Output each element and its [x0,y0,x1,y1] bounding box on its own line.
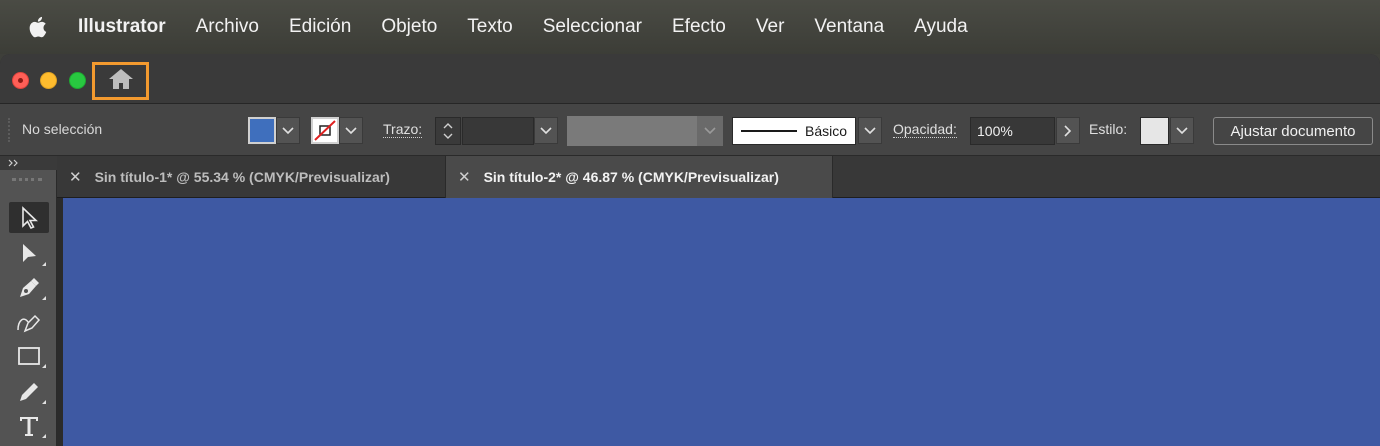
close-window-button[interactable] [12,72,29,89]
menu-objeto[interactable]: Objeto [381,16,437,38]
control-bar: No selección Trazo: Básico Opacidad: 100… [0,104,1380,156]
style-dropdown-button[interactable] [1170,117,1194,144]
style-label: Estilo: [1089,121,1128,137]
selection-tool[interactable] [9,202,49,233]
direct-selection-arrow-icon [23,243,36,262]
document-tab-2[interactable]: ✕ Sin título-2* @ 46.87 % (CMYK/Previsua… [446,156,833,198]
menu-ayuda[interactable]: Ayuda [914,16,968,38]
opacity-flyout-button[interactable] [1056,117,1080,144]
document-tab-label: Sin título-1* @ 55.34 % (CMYK/Previsuali… [94,169,390,185]
close-tab-icon[interactable]: ✕ [458,168,471,186]
tools-panel [0,156,57,446]
chevron-up-icon [443,123,453,129]
chevron-down-icon [443,133,453,139]
tool-flyout-indicator [42,434,46,438]
chevron-down-icon [345,126,357,134]
opacity-input[interactable]: 100% [970,117,1055,145]
tool-flyout-indicator [42,364,46,368]
title-bar [0,54,1380,104]
tool-flyout-indicator [42,262,46,266]
document-tab-label: Sin título-2* @ 46.87 % (CMYK/Previsuali… [483,169,779,185]
menu-ventana[interactable]: Ventana [814,16,884,38]
stroke-weight-input[interactable] [462,117,534,145]
tool-flyout-indicator [42,296,46,300]
stroke-color-swatch[interactable] [311,117,339,144]
canvas-area[interactable] [57,198,1380,446]
chevron-down-icon [1176,126,1188,134]
document-setup-button[interactable]: Ajustar documento [1213,117,1373,145]
pen-nib-icon [20,277,39,297]
chevron-right-icon [1064,124,1072,137]
pen-tool[interactable] [9,272,49,303]
stroke-weight-stepper[interactable] [435,117,461,145]
graphic-style-swatch[interactable] [1140,117,1169,145]
stroke-label[interactable]: Trazo: [383,121,423,138]
artboard[interactable] [63,198,1380,446]
type-tool[interactable] [9,410,49,441]
curvature-pen-icon [17,314,41,332]
tools-panel-header [0,156,57,170]
tools-panel-grip[interactable] [12,178,42,182]
document-tab-1[interactable]: ✕ Sin título-1* @ 55.34 % (CMYK/Previsua… [57,156,446,198]
menu-edicion[interactable]: Edición [289,16,351,38]
fill-color-swatch[interactable] [248,117,276,144]
menubar: Illustrator Archivo Edición Objeto Texto… [0,0,1380,54]
pencil-icon [20,382,38,401]
brush-preview-line [741,130,797,132]
menu-ver[interactable]: Ver [756,16,785,38]
direct-selection-tool[interactable] [9,238,49,269]
brush-name: Básico [805,123,848,139]
menu-texto[interactable]: Texto [467,16,512,38]
type-t-icon [20,416,38,436]
menu-efecto[interactable]: Efecto [672,16,726,38]
document-tab-bar: ✕ Sin título-1* @ 55.34 % (CMYK/Previsua… [57,156,1380,198]
chevron-down-icon [864,126,876,134]
tool-flyout-indicator [42,400,46,404]
variable-width-dropdown[interactable] [697,116,723,146]
no-stroke-icon [314,120,336,141]
fill-dropdown-button[interactable] [276,117,300,144]
close-tab-icon[interactable]: ✕ [69,168,82,186]
stroke-weight-dropdown[interactable] [534,117,558,144]
home-icon [108,68,134,95]
menu-archivo[interactable]: Archivo [196,16,259,38]
minimize-window-button[interactable] [40,72,57,89]
app-window: No selección Trazo: Básico Opacidad: 100… [0,54,1380,446]
menu-seleccionar[interactable]: Seleccionar [543,16,642,38]
chevron-down-icon [704,127,716,135]
rectangle-icon [18,346,40,365]
expand-panel-icon [8,159,18,167]
selection-status: No selección [22,121,103,137]
home-button[interactable] [92,62,149,100]
pencil-tool[interactable] [9,376,49,407]
apple-logo-icon[interactable] [28,15,50,39]
variable-width-profile[interactable] [567,116,697,146]
curvature-tool[interactable] [9,306,49,337]
menu-illustrator[interactable]: Illustrator [78,16,166,38]
brush-dropdown-button[interactable] [858,117,882,144]
opacity-label[interactable]: Opacidad: [893,121,957,138]
selection-arrow-icon [22,205,38,229]
zoom-window-button[interactable] [69,72,86,89]
chevron-down-icon [540,126,552,134]
stroke-dropdown-button[interactable] [339,117,363,144]
brush-definition[interactable]: Básico [732,117,856,145]
control-bar-grip[interactable] [8,118,10,142]
chevron-down-icon [282,126,294,134]
rectangle-tool[interactable] [9,340,49,371]
